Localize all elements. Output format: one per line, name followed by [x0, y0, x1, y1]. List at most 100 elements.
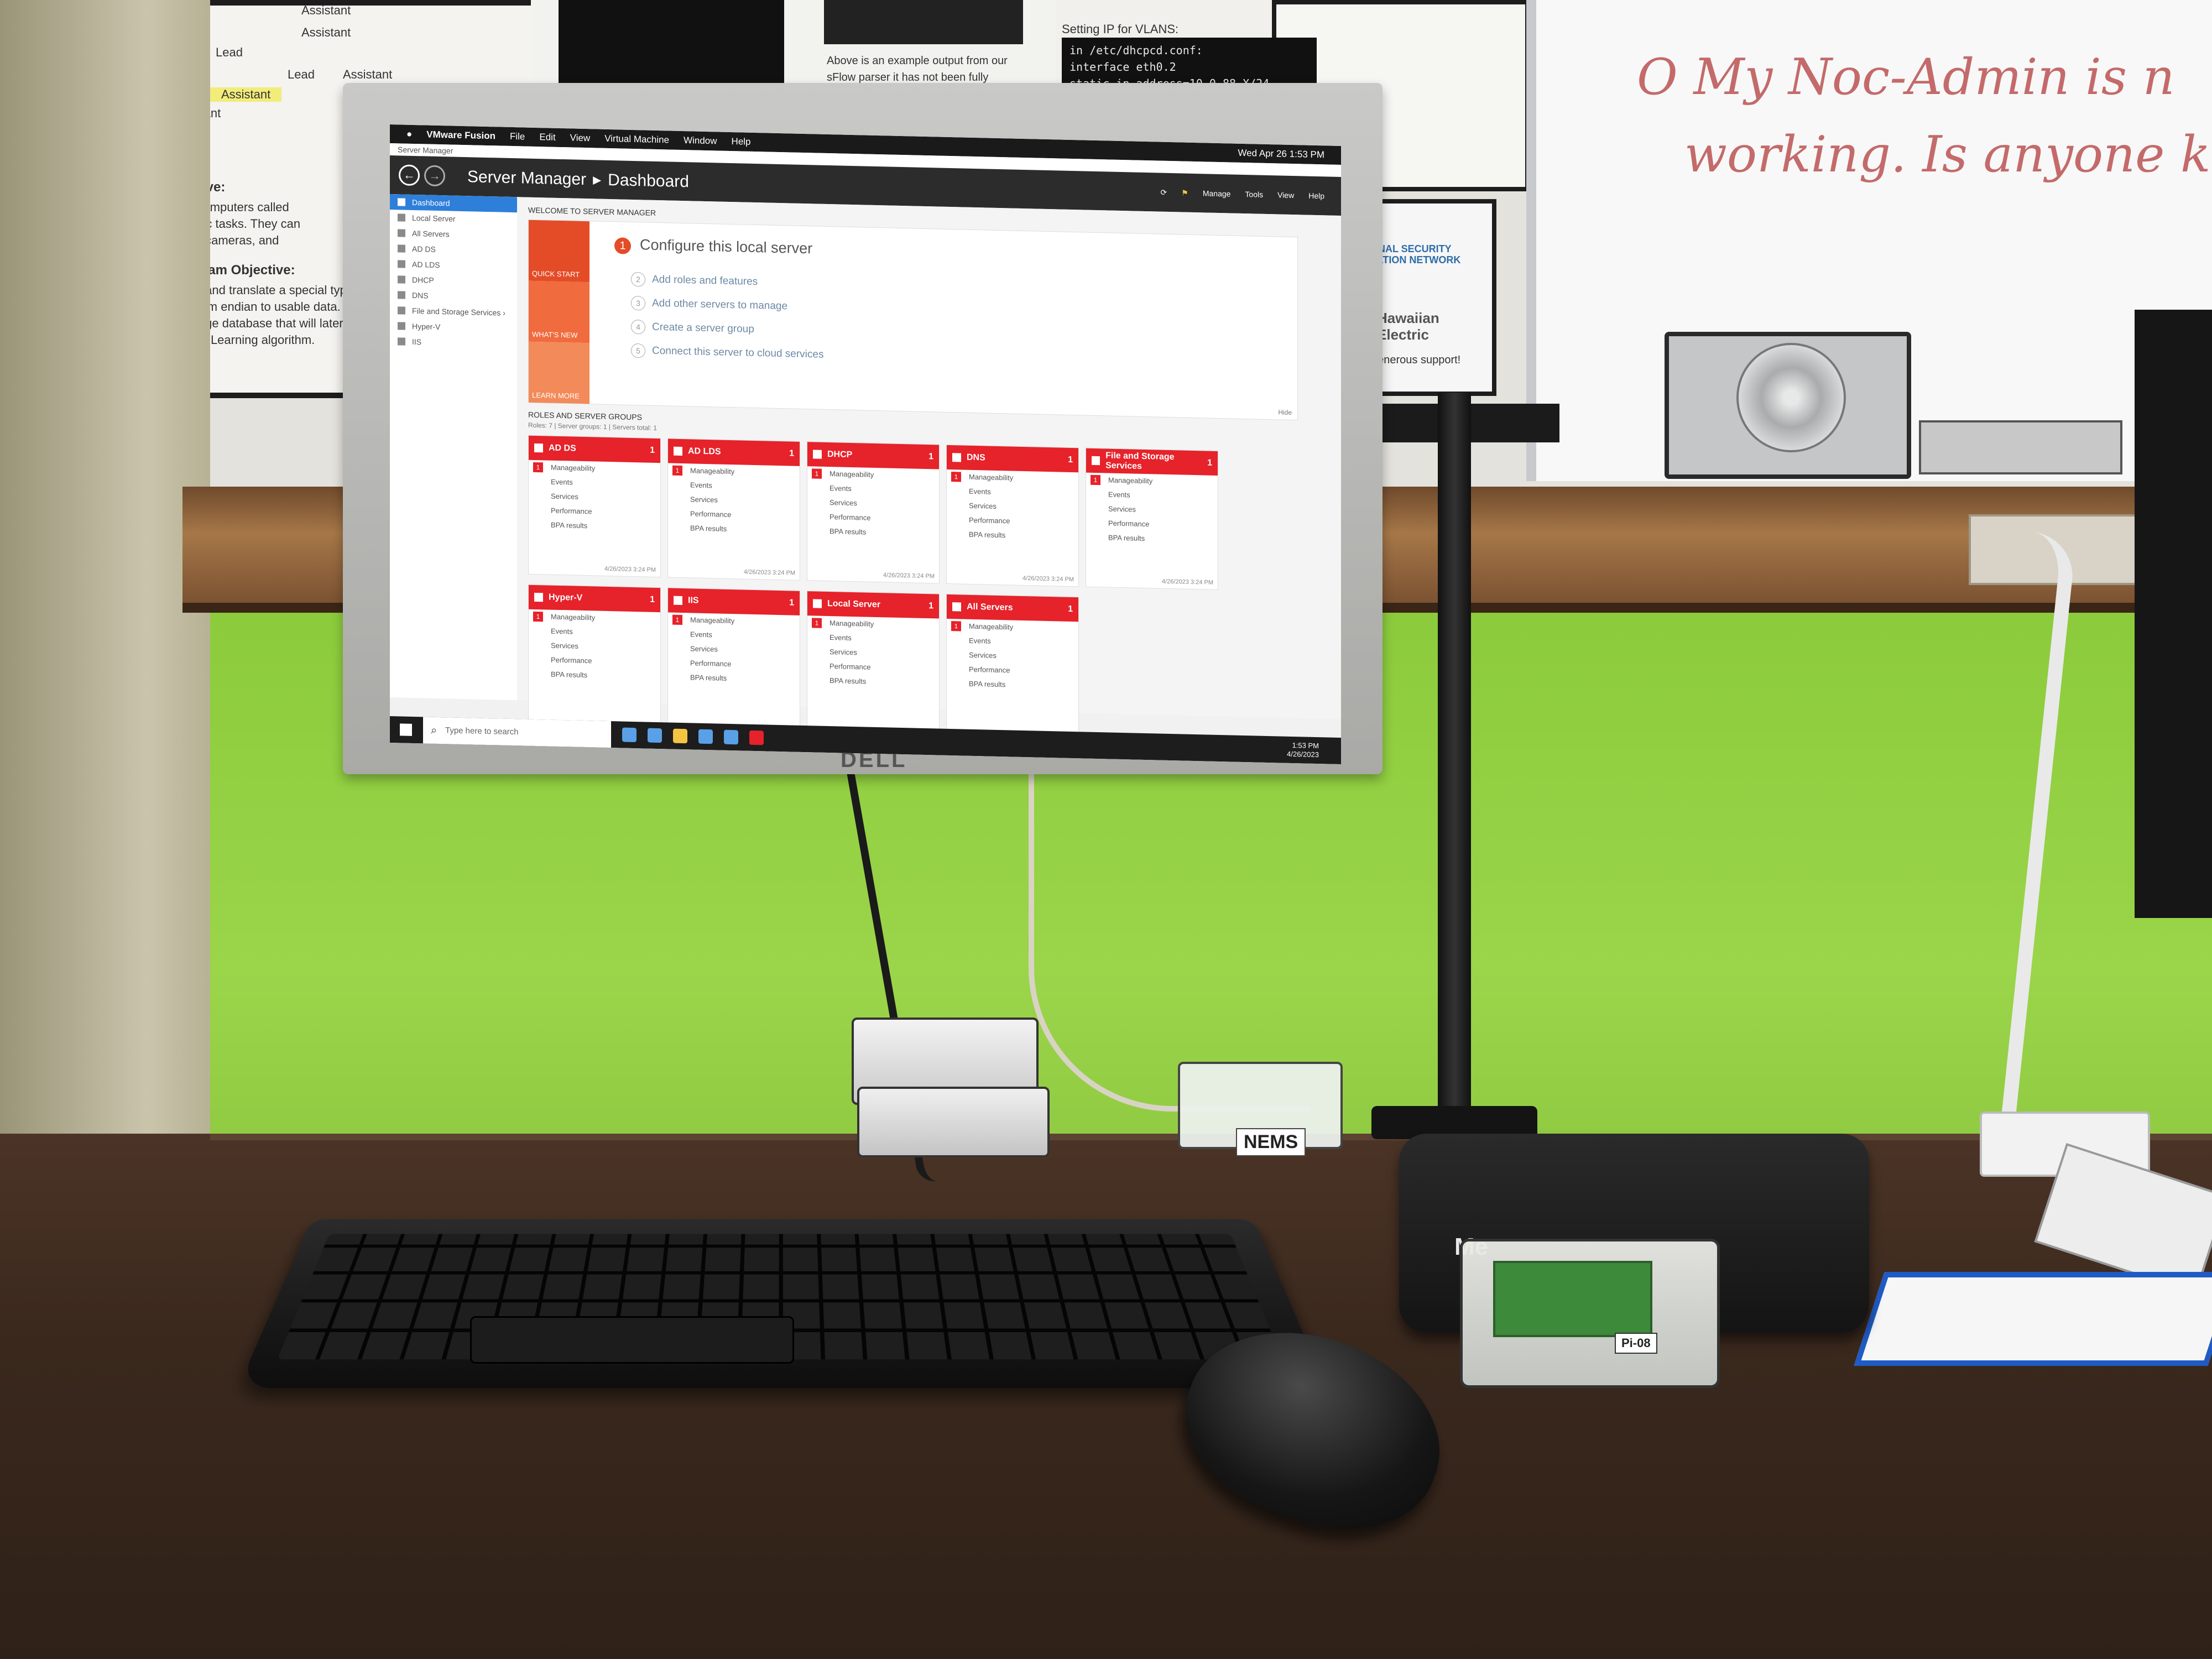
menu-app-name[interactable]: VMware Fusion: [426, 129, 495, 142]
role-tile[interactable]: AD LDS 1 1 Manageability Events Services Perfo…: [667, 438, 800, 581]
task-view-icon[interactable]: [622, 727, 637, 743]
notebook: [1854, 1272, 2212, 1366]
menu-edit[interactable]: Edit: [539, 132, 555, 143]
role-tile-title: File and Storage Services: [1105, 451, 1175, 471]
role-tile-row[interactable]: BPA results: [668, 520, 800, 538]
role-icon: [813, 599, 822, 608]
menu-window[interactable]: Window: [684, 135, 717, 147]
configure-label: Configure this local server: [640, 236, 813, 257]
role-tile[interactable]: DHCP 1 1 Manageability Events Services Perform…: [807, 441, 940, 584]
role-tile[interactable]: Local Server 1 1 Manageability Events Service…: [807, 591, 940, 733]
breadcrumb-app[interactable]: Server Manager: [467, 168, 586, 189]
role-tile-count: 1: [928, 452, 933, 462]
edge-icon[interactable]: [648, 728, 662, 743]
menu-file[interactable]: File: [510, 131, 525, 143]
role-tile-row-label: Performance: [969, 515, 1010, 525]
step-number: 5: [631, 343, 645, 358]
role-tile-header[interactable]: DHCP 1: [807, 442, 939, 469]
role-tile[interactable]: IIS 1 1 Manageability Events Services Performa…: [667, 587, 800, 730]
powershell-icon[interactable]: [698, 729, 713, 744]
spacebar[interactable]: [470, 1316, 794, 1364]
back-arrow-icon[interactable]: ←: [399, 164, 420, 186]
role-tile-row-label: Manageability: [1108, 476, 1153, 486]
forward-arrow-icon[interactable]: →: [424, 165, 445, 187]
refresh-icon[interactable]: ⟳: [1161, 187, 1167, 197]
app-icon[interactable]: [749, 730, 764, 745]
role-tile-row-label: Performance: [551, 655, 592, 665]
role-tile-row[interactable]: BPA results: [807, 673, 939, 690]
role-tile-header[interactable]: File and Storage Services 1: [1086, 448, 1218, 476]
notifications-flag-icon[interactable]: ⚑: [1181, 188, 1188, 197]
role-tile-count: 1: [650, 594, 655, 604]
quick-start-label: QUICK START: [532, 269, 580, 279]
second-monitor: [2135, 310, 2212, 918]
apple-icon[interactable]: ●: [406, 129, 412, 140]
poster-role: Lead: [288, 67, 315, 81]
step-connect-cloud[interactable]: 5 Connect this server to cloud services: [631, 343, 823, 372]
role-tile-row-label: Manageability: [690, 615, 735, 625]
role-tile[interactable]: DNS 1 1 Manageability Events Services Performa…: [946, 444, 1079, 587]
alert-count-badge: 1: [951, 621, 961, 632]
role-tile-date: 4/26/2023 3:24 PM: [883, 572, 935, 580]
role-tile[interactable]: File and Storage Services 1 1 Manageability…: [1086, 447, 1218, 590]
role-tile-row[interactable]: BPA results: [947, 527, 1078, 544]
hide-link[interactable]: Hide: [1278, 408, 1292, 416]
role-tile-header[interactable]: DNS 1: [947, 445, 1078, 473]
menu-help[interactable]: Help: [732, 136, 751, 148]
role-tile-row-label: Performance: [830, 662, 871, 671]
role-icon: [952, 453, 961, 462]
monitor-stand-pole: [1438, 393, 1471, 1128]
role-tile-row[interactable]: BPA results: [668, 670, 800, 687]
poster-role: Assistant: [343, 67, 393, 81]
role-tile[interactable]: Hyper-V 1 1 Manageability Events Services Perf…: [528, 584, 661, 727]
role-tile-header[interactable]: AD DS 1: [529, 435, 660, 463]
role-tile-row-label: Performance: [690, 509, 732, 519]
nav-label: All Servers: [412, 228, 450, 239]
taskbar-clock[interactable]: 1:53 PM 4/26/2023: [1287, 741, 1341, 760]
dns-icon: [398, 291, 405, 299]
learn-more-tab[interactable]: LEARN MORE: [529, 341, 589, 404]
menu-manage[interactable]: Manage: [1203, 189, 1231, 199]
configure-local-server[interactable]: 1 Configure this local server: [614, 236, 812, 258]
role-tile-row[interactable]: BPA results: [529, 667, 660, 684]
menu-view-sm[interactable]: View: [1277, 190, 1294, 200]
menu-tools[interactable]: Tools: [1245, 190, 1263, 200]
ad-lds-icon: [398, 260, 405, 268]
menu-virtual-machine[interactable]: Virtual Machine: [604, 133, 669, 146]
role-tile-date: 4/26/2023 3:24 PM: [1162, 578, 1213, 586]
servers-icon: [398, 229, 405, 237]
desk: [0, 1134, 2212, 1659]
role-tile-date: 4/26/2023 3:24 PM: [744, 568, 795, 577]
welcome-panel: QUICK START WHAT'S NEW LEARN MORE 1 Confi…: [528, 219, 1298, 421]
shelf-device: [1919, 420, 2122, 474]
role-tile-header[interactable]: AD LDS 1: [668, 439, 800, 466]
role-tile-row[interactable]: BPA results: [947, 676, 1078, 693]
role-tile-header[interactable]: Hyper-V 1: [529, 585, 660, 613]
role-tile-count: 1: [789, 598, 794, 608]
role-tile[interactable]: All Servers 1 1 Manageability Events Services…: [946, 593, 1079, 737]
role-tile-row[interactable]: BPA results: [529, 518, 660, 535]
role-tile-row-label: BPA results: [551, 520, 588, 530]
taskbar-search[interactable]: Type here to search: [423, 717, 611, 748]
hard-drive-platter: [1736, 343, 1846, 452]
file-explorer-icon[interactable]: [673, 728, 687, 744]
role-tile-header[interactable]: Local Server 1: [807, 591, 939, 619]
role-tile-header[interactable]: IIS 1: [668, 588, 800, 615]
menu-view[interactable]: View: [570, 132, 591, 144]
quick-start-tab[interactable]: QUICK START: [529, 220, 589, 283]
role-tile-row-label: BPA results: [969, 530, 1006, 540]
server-manager-icon[interactable]: [724, 729, 738, 745]
role-tile-title: AD DS: [549, 443, 576, 453]
role-tile[interactable]: AD DS 1 1 Manageability Events Services Perfor…: [528, 435, 661, 578]
role-icon: [1092, 456, 1100, 466]
whats-new-tab[interactable]: WHAT'S NEW: [529, 280, 589, 343]
breadcrumb-page: Dashboard: [608, 170, 689, 191]
role-tile-row[interactable]: BPA results: [1086, 530, 1218, 547]
storage-icon: [398, 306, 405, 315]
menu-help-sm[interactable]: Help: [1308, 191, 1324, 201]
windows-start-icon[interactable]: [400, 723, 412, 736]
role-tile-row[interactable]: BPA results: [807, 524, 939, 541]
poster-output-sample: [559, 0, 784, 92]
nav-iis[interactable]: IIS: [390, 333, 517, 352]
role-tile-header[interactable]: All Servers 1: [947, 594, 1078, 622]
